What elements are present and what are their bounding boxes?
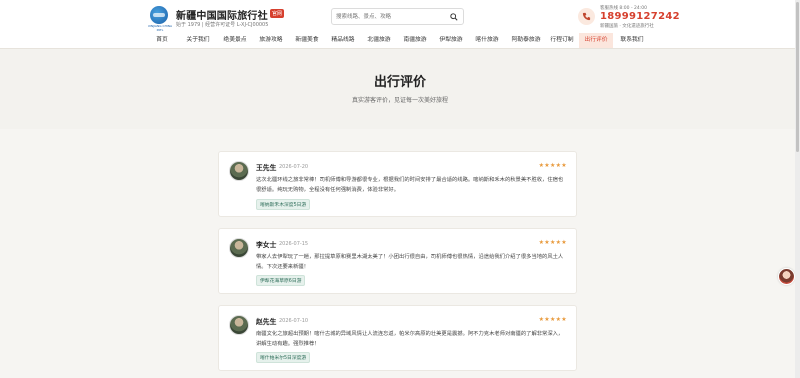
nav-item-reviews[interactable]: 出行评价 <box>579 33 613 48</box>
hotline-number[interactable]: 18999127242 <box>600 11 680 22</box>
rating-stars: ★★★★★ <box>538 239 567 246</box>
nav-item-kashgar[interactable]: 喀什旅游 <box>470 33 504 48</box>
rating-stars: ★★★★★ <box>538 316 567 323</box>
nav-item-custom-trip[interactable]: 行程订制 <box>546 33 578 48</box>
scrollbar-thumb[interactable] <box>796 2 799 152</box>
nav-item-guides[interactable]: 旅游攻略 <box>254 33 288 48</box>
nav-item-about[interactable]: 关于我们 <box>180 33 216 48</box>
review-text: 带家人去伊犁玩了一趟，那拉提草原和赛里木湖太美了！小团出行很自由，司机师傅也很热… <box>256 254 564 270</box>
globe-logo-icon[interactable] <box>150 6 168 24</box>
page-title: 出行评价 <box>373 75 426 90</box>
hotline-note: 新疆国旅 · 文化遗迹旅行社 <box>600 24 654 29</box>
search-icon[interactable] <box>450 13 458 21</box>
customer-service-avatar-icon[interactable] <box>778 268 795 285</box>
brand-tagline: 始于 1979 | 经营许可证号 L-XJ-CJ00005 <box>176 22 269 28</box>
official-badge: 官网 <box>270 9 285 18</box>
trip-tag[interactable]: 伊犁花海草原6日游 <box>256 275 306 286</box>
avatar <box>229 161 249 181</box>
reviewer-name: 王先生 <box>256 164 277 172</box>
review-card: 李女士 2026-07-15 ★★★★★ 带家人去伊犁玩了一趟，那拉提草原和赛里… <box>218 228 577 294</box>
page-subtitle: 真实游客评价，见证每一次美好旅程 <box>351 97 448 104</box>
rating-stars: ★★★★★ <box>538 162 567 169</box>
nav-item-south-xinjiang[interactable]: 南疆旅游 <box>398 33 432 48</box>
search-box <box>331 8 464 25</box>
logo-subtext: XINJIANG CHINA INTL <box>147 24 173 32</box>
nav-item-altay[interactable]: 阿勒泰旅游 <box>506 33 546 48</box>
nav-item-food[interactable]: 新疆美食 <box>290 33 324 48</box>
nav-item-north-xinjiang[interactable]: 北疆旅游 <box>362 33 396 48</box>
review-date: 2026-07-10 <box>279 317 309 324</box>
phone-icon <box>578 8 595 25</box>
nav-item-yili[interactable]: 伊犁旅游 <box>434 33 468 48</box>
reviewer-name: 赵先生 <box>256 318 277 326</box>
brand-name[interactable]: 新疆中国国际旅行社 <box>176 7 268 22</box>
trip-tag[interactable]: 喀纳斯禾木深度5日游 <box>256 199 311 210</box>
review-date: 2026-07-15 <box>279 240 309 247</box>
avatar <box>229 315 249 335</box>
review-card: 赵先生 2026-07-10 ★★★★★ 南疆文化之旅超出预期！喀什古城的异域风… <box>218 305 577 371</box>
reviewer-name: 李女士 <box>256 241 277 249</box>
nav-item-routes[interactable]: 精品线路 <box>326 33 360 48</box>
review-date: 2026-07-20 <box>279 163 309 170</box>
nav-item-contact[interactable]: 联系我们 <box>614 33 650 48</box>
review-card: 王先生 2026-07-20 ★★★★★ 这次北疆环线之旅非常棒！司机师傅和导游… <box>218 151 577 217</box>
page-hero: 出行评价 真实游客评价，见证每一次美好旅程 <box>0 49 800 129</box>
nav-item-home[interactable]: 首页 <box>148 33 176 48</box>
trip-tag[interactable]: 喀什帕米尔5日深度游 <box>256 352 311 363</box>
top-header: XINJIANG CHINA INTL 新疆中国国际旅行社 官网 始于 1979… <box>0 0 800 33</box>
nav-item-scenic-spots[interactable]: 绝美景点 <box>218 33 252 48</box>
review-text: 南疆文化之旅超出预期！喀什古城的异域风情让人流连忘返，帕米尔高原的壮美更是震撼。… <box>256 331 564 347</box>
review-text: 这次北疆环线之旅非常棒！司机师傅和导游都很专业，根据我们的时间安排了最合适的线路… <box>256 177 564 193</box>
search-input[interactable] <box>336 11 446 23</box>
reviews-section: 王先生 2026-07-20 ★★★★★ 这次北疆环线之旅非常棒！司机师傅和导游… <box>0 129 800 378</box>
main-nav: 首页 关于我们 绝美景点 旅游攻略 新疆美食 精品线路 北疆旅游 南疆旅游 伊犁… <box>0 33 800 49</box>
avatar <box>229 238 249 258</box>
